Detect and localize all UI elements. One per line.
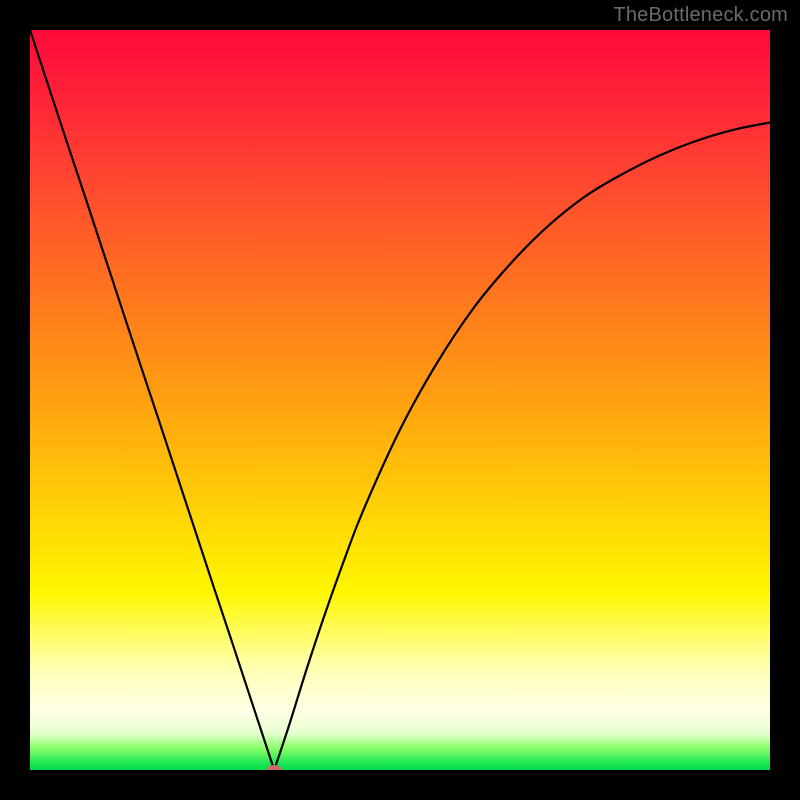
bottleneck-curve — [30, 30, 770, 770]
plot-area — [30, 30, 770, 770]
chart-container: TheBottleneck.com — [0, 0, 800, 800]
curve-path — [30, 30, 770, 770]
watermark-text: TheBottleneck.com — [613, 4, 788, 27]
optimal-point-marker — [267, 765, 282, 770]
